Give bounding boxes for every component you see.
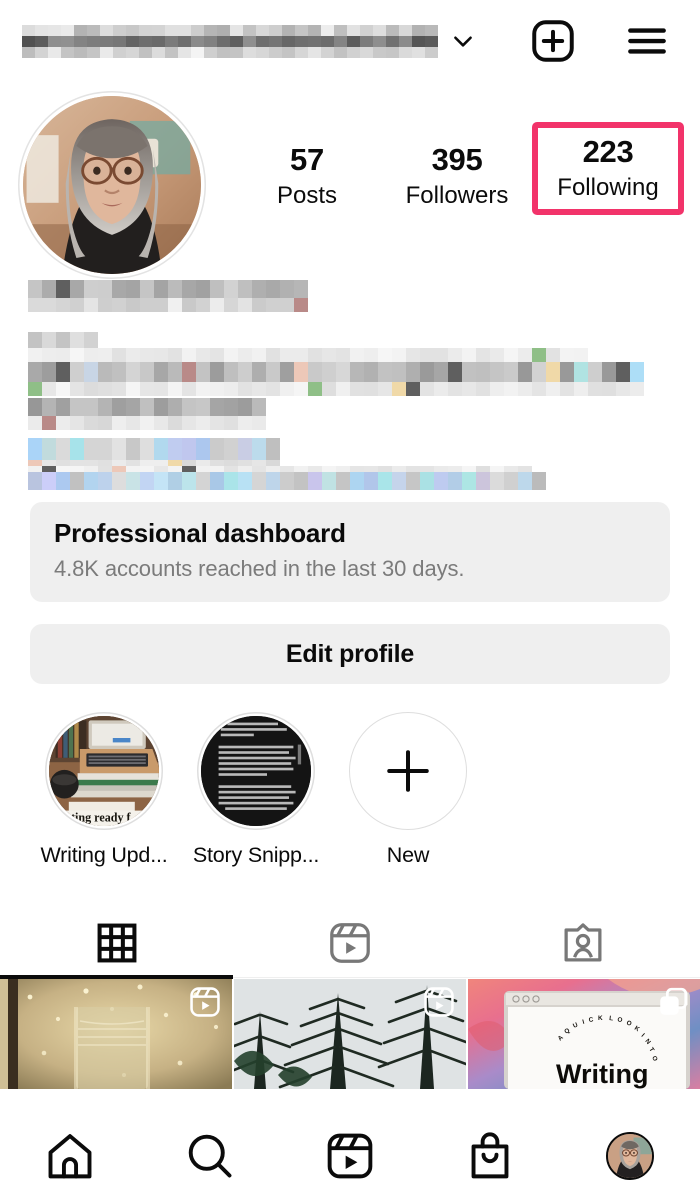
home-icon bbox=[48, 1134, 92, 1179]
tagged-icon bbox=[564, 922, 602, 961]
redaction-row bbox=[28, 348, 588, 362]
username-redacted[interactable] bbox=[22, 21, 440, 61]
stat-value: 395 bbox=[431, 142, 483, 177]
dashboard-title: Professional dashboard bbox=[54, 518, 346, 548]
chevron-down-icon[interactable] bbox=[450, 28, 476, 54]
redaction-row bbox=[22, 24, 440, 36]
highlight-ring bbox=[197, 712, 315, 830]
reels-icon bbox=[330, 922, 370, 963]
nav-search[interactable] bbox=[140, 1130, 280, 1182]
redaction-row bbox=[28, 382, 644, 396]
redaction-row bbox=[28, 438, 280, 460]
svg-text:Writing: Writing bbox=[556, 1059, 648, 1089]
redaction-row bbox=[28, 416, 266, 430]
profile-summary: 57 Posts 395 Followers 223 Following bbox=[0, 86, 700, 282]
highlight-thumbnail-writing-updates: ting ready f bbox=[49, 716, 159, 826]
svg-text:K: K bbox=[598, 1015, 603, 1022]
bottom-navigation bbox=[0, 1110, 700, 1202]
tab-grid[interactable] bbox=[0, 908, 233, 977]
reels-icon bbox=[422, 985, 456, 1024]
redaction-row bbox=[28, 362, 644, 382]
avatar[interactable] bbox=[18, 91, 206, 279]
profile-avatar-icon bbox=[606, 1132, 654, 1180]
app-header bbox=[0, 0, 700, 82]
tab-tagged[interactable] bbox=[467, 908, 700, 977]
shopping-bag-icon bbox=[471, 1132, 509, 1179]
dashboard-subtitle: 4.8K accounts reached in the last 30 day… bbox=[54, 556, 465, 581]
story-highlight-new[interactable]: New bbox=[332, 712, 484, 884]
add-highlight-button[interactable] bbox=[349, 712, 467, 830]
redaction-row bbox=[28, 398, 266, 416]
tab-reels[interactable] bbox=[233, 908, 466, 977]
redaction-row bbox=[28, 332, 98, 348]
stat-label: Followers bbox=[405, 181, 509, 209]
stat-label: Following bbox=[557, 173, 659, 201]
nav-profile[interactable] bbox=[560, 1132, 700, 1180]
highlight-thumbnail-story-snippets bbox=[201, 716, 311, 826]
reels-icon bbox=[188, 985, 222, 1024]
stat-value: 57 bbox=[290, 142, 324, 177]
instagram-profile-screen: 57 Posts 395 Followers 223 Following Professi… bbox=[0, 0, 700, 1202]
plus-square-icon[interactable] bbox=[528, 16, 578, 66]
grid-icon bbox=[97, 923, 137, 962]
stat-label: Posts bbox=[276, 181, 338, 209]
story-highlights-row: ting ready f Writing Upd... Story Snipp.… bbox=[0, 712, 700, 884]
search-icon bbox=[188, 1134, 232, 1178]
svg-text:ting ready f: ting ready f bbox=[71, 811, 132, 825]
avatar-image bbox=[23, 96, 201, 274]
nav-reels[interactable] bbox=[280, 1130, 420, 1182]
redaction-row bbox=[28, 298, 308, 312]
stat-value: 223 bbox=[582, 134, 634, 169]
highlight-label: Writing Upd... bbox=[40, 843, 168, 867]
stats-row: 57 Posts 395 Followers 223 Following bbox=[232, 122, 700, 240]
story-highlight-writing-updates[interactable]: ting ready f Writing Upd... bbox=[28, 712, 180, 884]
nav-home[interactable] bbox=[0, 1130, 140, 1182]
professional-dashboard-card[interactable]: Professional dashboard 4.8K accounts rea… bbox=[30, 502, 670, 602]
stat-posts[interactable]: 57 Posts bbox=[232, 130, 382, 211]
post-thumbnail-3[interactable]: A Q U I C K L O O K I N T O Writing bbox=[468, 979, 700, 1089]
edit-profile-label: Edit profile bbox=[285, 639, 415, 668]
nav-shop[interactable] bbox=[420, 1130, 560, 1182]
edit-profile-button[interactable]: Edit profile bbox=[30, 624, 670, 684]
plus-icon bbox=[387, 750, 429, 792]
highlight-label: New bbox=[386, 843, 430, 867]
reels-icon bbox=[327, 1133, 373, 1179]
header-actions bbox=[528, 16, 678, 66]
stat-followers[interactable]: 395 Followers bbox=[382, 130, 532, 211]
post-thumbnail-1[interactable] bbox=[0, 979, 232, 1089]
carousel-icon bbox=[656, 985, 690, 1024]
bio-redacted bbox=[28, 280, 678, 492]
redaction-row bbox=[22, 35, 440, 47]
post-grid: A Q U I C K L O O K I N T O Writing bbox=[0, 979, 700, 1089]
story-highlight-story-snippets[interactable]: Story Snipp... bbox=[180, 712, 332, 884]
redaction-row bbox=[28, 472, 546, 490]
content-tabs bbox=[0, 908, 700, 978]
highlight-ring: ting ready f bbox=[45, 712, 163, 830]
hamburger-menu-icon[interactable] bbox=[622, 16, 672, 66]
stat-following[interactable]: 223 Following bbox=[532, 122, 684, 215]
highlight-label: Story Snipp... bbox=[192, 843, 320, 867]
redaction-row bbox=[28, 280, 308, 298]
post-thumbnail-2[interactable] bbox=[234, 979, 466, 1089]
redaction-row bbox=[22, 46, 440, 58]
